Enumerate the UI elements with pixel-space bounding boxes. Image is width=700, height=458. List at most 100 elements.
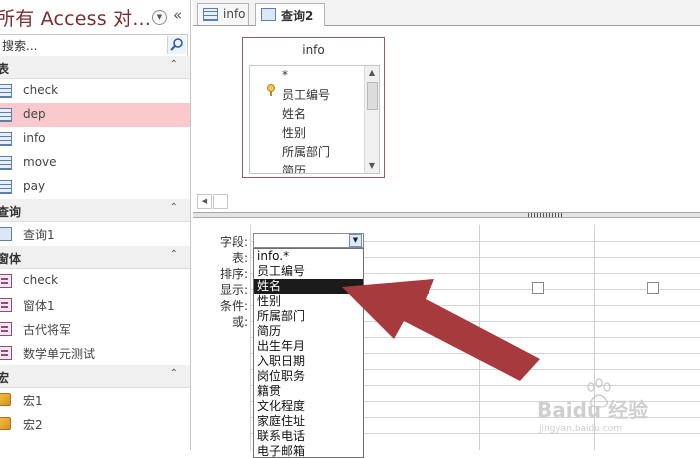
nav-item-label: check: [23, 273, 59, 287]
scroll-left-icon[interactable]: ◀: [197, 194, 212, 209]
field-list-scrollbar[interactable]: ▲ ▼: [364, 66, 379, 173]
nav-item-label: check: [23, 83, 59, 97]
nav-menu-dropdown-icon[interactable]: ▼: [152, 10, 167, 25]
nav-item[interactable]: 宏1: [0, 388, 190, 412]
nav-group-title: 表: [0, 60, 9, 77]
splitter-grip-icon[interactable]: [528, 213, 564, 217]
show-checkbox[interactable]: [647, 282, 659, 294]
scroll-up-icon[interactable]: ▲: [365, 66, 379, 80]
nav-item[interactable]: 数学单元测试: [0, 341, 190, 365]
nav-item[interactable]: info: [0, 127, 190, 151]
nav-search-input[interactable]: [0, 35, 162, 56]
macro-icon: [0, 417, 11, 430]
row-label-show: 显示:: [219, 283, 248, 297]
row-label-or: 或:: [231, 315, 248, 329]
nav-header: 所有 Access 对... ▼ «: [0, 0, 190, 34]
scroll-thumb[interactable]: [213, 194, 228, 209]
nav-groups: 表⌃checkdepinfomovepay查询⌃查询1窗体⌃check窗体1古代…: [0, 56, 190, 436]
field-item[interactable]: 简历: [282, 162, 306, 173]
nav-item[interactable]: 窗体1: [0, 293, 190, 317]
nav-item-label: 古代将军: [23, 323, 72, 337]
dropdown-option[interactable]: 家庭住址: [254, 414, 363, 429]
nav-item[interactable]: 古代将军: [0, 317, 190, 341]
nav-title[interactable]: 所有 Access 对...: [0, 4, 151, 31]
nav-item-label: dep: [23, 107, 46, 121]
form-icon: [0, 274, 12, 288]
watermark-url: jingyan.baidu.com: [538, 424, 622, 434]
nav-group-title: 宏: [0, 369, 9, 386]
table-icon: [0, 84, 12, 98]
nav-item-label: 宏2: [23, 418, 43, 432]
nav-group-header[interactable]: 窗体 ⌃: [0, 246, 190, 269]
qbe-row-labels: 字段: 表: 排序: 显示: 条件: 或:: [193, 218, 248, 450]
row-label-table: 表:: [231, 251, 248, 265]
macro-icon: [0, 393, 11, 406]
dropdown-option[interactable]: 文化程度: [254, 399, 363, 414]
document-tabs: info 查询2: [193, 0, 700, 26]
scroll-thumb[interactable]: [367, 82, 378, 110]
table-icon: [0, 156, 12, 170]
table-icon: [203, 8, 218, 21]
nav-group-header[interactable]: 表⌃: [0, 56, 190, 79]
row-label-sort: 排序:: [219, 267, 248, 281]
query-icon: [0, 227, 12, 241]
field-combobox[interactable]: ▼: [253, 233, 364, 248]
field-item[interactable]: 员工编号: [282, 86, 330, 103]
form-icon: [0, 322, 12, 336]
primary-key-icon: [266, 84, 275, 96]
upper-pane-horizontal-scrollbar[interactable]: ◀: [193, 193, 700, 212]
nav-item-label: 宏1: [23, 394, 43, 408]
annotation-arrow: [342, 279, 540, 381]
query-icon: [261, 8, 276, 21]
nav-item-label: pay: [23, 179, 46, 193]
field-item[interactable]: *: [282, 68, 288, 82]
tab-label: 查询2: [281, 9, 314, 23]
navigation-pane: 所有 Access 对... ▼ « 表⌃checkdepinfomovepay…: [0, 0, 191, 450]
table-icon: [0, 108, 12, 122]
table-field-list-window[interactable]: info * 员工编号 姓名 性别 所属部门 简历 ▲ ▼: [242, 37, 385, 178]
row-label-field: 字段:: [219, 235, 248, 249]
nav-group-header[interactable]: 查询 ⌃: [0, 199, 190, 222]
nav-item[interactable]: pay: [0, 175, 190, 199]
dropdown-option[interactable]: info.*: [254, 249, 363, 264]
nav-collapse-icon[interactable]: «: [173, 6, 182, 24]
chevron-down-icon[interactable]: ▼: [349, 234, 362, 247]
search-icon[interactable]: [167, 36, 186, 54]
table-box-title: info: [302, 43, 325, 57]
nav-group-title: 查询: [0, 205, 22, 219]
scroll-down-icon[interactable]: ▼: [365, 159, 379, 173]
nav-item[interactable]: check: [0, 269, 190, 293]
chevron-up-icon[interactable]: ⌃: [170, 368, 178, 379]
nav-group-title: 窗体: [0, 252, 22, 266]
table-icon: [0, 180, 12, 194]
field-item[interactable]: 性别: [282, 124, 306, 141]
watermark-text: Baidu 经验: [537, 398, 648, 422]
field-item[interactable]: 所属部门: [282, 143, 330, 160]
nav-item[interactable]: 宏2: [0, 412, 190, 436]
tab-query2[interactable]: 查询2: [255, 3, 325, 26]
form-icon: [0, 298, 12, 312]
query-design-upper-pane: info * 员工编号 姓名 性别 所属部门 简历 ▲ ▼: [193, 26, 700, 191]
nav-item-label: 查询1: [23, 228, 55, 242]
nav-item[interactable]: dep: [0, 103, 190, 127]
field-list: * 员工编号 姓名 性别 所属部门 简历 ▲ ▼: [249, 65, 380, 174]
nav-item[interactable]: check: [0, 79, 190, 103]
tab-info[interactable]: info: [197, 3, 249, 25]
nav-item-label: 窗体1: [23, 299, 55, 313]
nav-group-header[interactable]: 宏⌃: [0, 365, 190, 388]
dropdown-option[interactable]: 联系电话: [254, 429, 363, 444]
chevron-up-icon[interactable]: ⌃: [170, 202, 178, 213]
dropdown-option[interactable]: 电子邮箱: [254, 444, 363, 457]
nav-search-box: [0, 34, 188, 57]
chevron-up-icon[interactable]: ⌃: [170, 59, 178, 70]
dropdown-option[interactable]: 籍贯: [254, 384, 363, 399]
chevron-up-icon[interactable]: ⌃: [170, 249, 178, 260]
nav-item-label: 数学单元测试: [23, 347, 96, 361]
field-item[interactable]: 姓名: [282, 105, 306, 122]
form-icon: [0, 346, 12, 360]
table-icon: [0, 132, 12, 146]
row-label-criteria: 条件:: [219, 299, 248, 313]
nav-item[interactable]: 查询1: [0, 222, 190, 246]
nav-item-label: info: [23, 131, 46, 145]
nav-item[interactable]: move: [0, 151, 190, 175]
